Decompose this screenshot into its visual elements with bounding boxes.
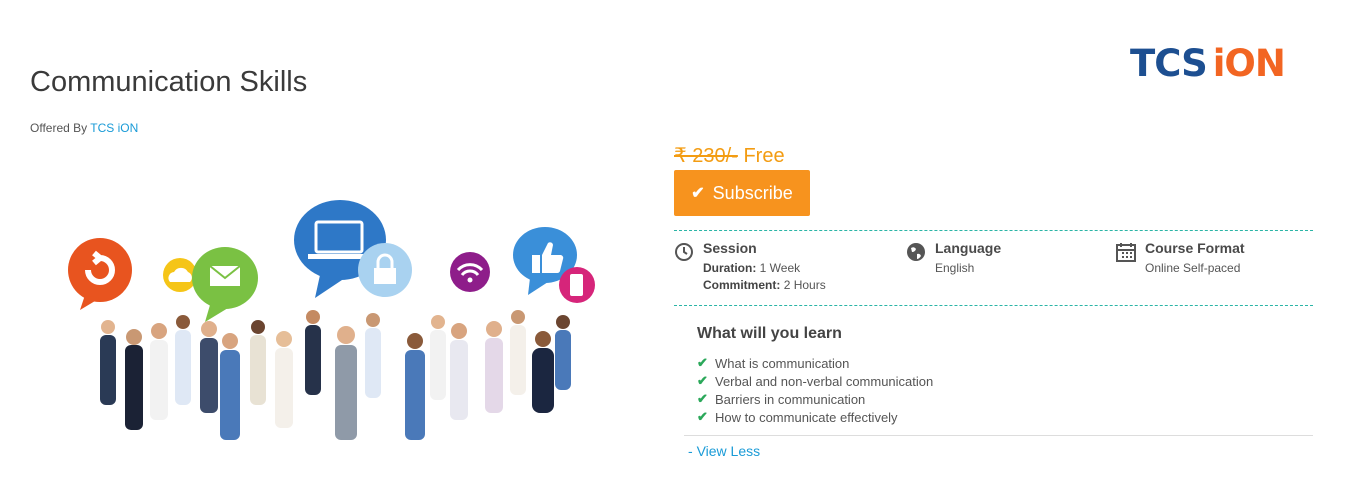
format-info: Course Format Online Self-paced — [1116, 240, 1245, 277]
clock-icon — [675, 243, 693, 261]
page-title: Communication Skills — [30, 66, 308, 98]
view-less-label: View Less — [696, 443, 761, 459]
session-info: Session Duration: 1 Week Commitment: 2 H… — [674, 240, 826, 294]
phone-bubble-icon — [559, 267, 595, 303]
learn-heading: What will you learn — [697, 325, 842, 342]
session-details: Duration: 1 Week Commitment: 2 Hours — [703, 260, 826, 294]
top-divider — [674, 230, 1313, 231]
cloud-bubble-icon — [163, 258, 197, 292]
learn-item-label: Verbal and non-verbal communication — [715, 373, 934, 389]
check-icon: ✔ — [697, 409, 708, 424]
provider-link[interactable]: TCS iON — [90, 121, 138, 135]
logo-ion: iON — [1212, 42, 1286, 85]
refresh-bubble-icon — [68, 238, 132, 310]
commitment-label: Commitment: — [703, 278, 781, 292]
language-heading: Language — [935, 240, 1002, 256]
mail-bubble-icon — [192, 247, 258, 322]
minus-icon: - — [688, 443, 693, 459]
commitment-value: 2 Hours — [783, 278, 826, 292]
offered-by-label: Offered By — [30, 121, 88, 135]
format-value: Online Self-paced — [1145, 261, 1241, 275]
course-illustration — [68, 200, 595, 440]
checkmark-icon: ✔ — [691, 185, 705, 202]
list-item: ✔ Barriers in communication — [697, 390, 933, 408]
wifi-bubble-icon — [450, 252, 490, 292]
subscribe-label: Subscribe — [712, 182, 793, 203]
logo-tcs: TCS — [1130, 42, 1208, 85]
language-info: Language English — [906, 240, 1001, 277]
calendar-icon — [1116, 243, 1136, 262]
check-icon: ✔ — [697, 391, 708, 406]
list-item: ✔ What is communication — [697, 354, 933, 372]
course-price: ₹ 230/- Free — [674, 143, 785, 168]
check-icon: ✔ — [697, 373, 708, 388]
bottom-divider — [674, 305, 1313, 306]
learn-item-label: Barriers in communication — [715, 391, 866, 407]
tcs-ion-logo[interactable]: TCS iON — [1130, 42, 1286, 85]
offered-by: Offered By TCS iON — [30, 121, 138, 135]
speech-bubbles — [68, 200, 595, 322]
original-price: ₹ 230/- — [674, 145, 738, 167]
session-heading: Session — [703, 240, 757, 256]
list-item: ✔ Verbal and non-verbal communication — [697, 372, 933, 390]
globe-icon — [907, 243, 925, 261]
learn-item-label: How to communicate effectively — [715, 409, 898, 425]
subscribe-button[interactable]: ✔ Subscribe — [674, 170, 810, 216]
duration-label: Duration: — [703, 261, 757, 275]
learn-divider — [684, 435, 1313, 436]
lock-bubble-icon — [358, 243, 412, 297]
format-heading: Course Format — [1145, 240, 1245, 256]
learn-item-label: What is communication — [715, 355, 850, 371]
learn-list: ✔ What is communication ✔ Verbal and non-v… — [697, 354, 933, 426]
current-price: Free — [743, 145, 785, 167]
language-value: English — [935, 261, 975, 275]
people-crowd — [100, 310, 571, 440]
duration-value: 1 Week — [759, 261, 801, 275]
list-item: ✔ How to communicate effectively — [697, 408, 933, 426]
check-icon: ✔ — [697, 355, 708, 370]
view-less-link[interactable]: - View Less — [688, 443, 760, 459]
